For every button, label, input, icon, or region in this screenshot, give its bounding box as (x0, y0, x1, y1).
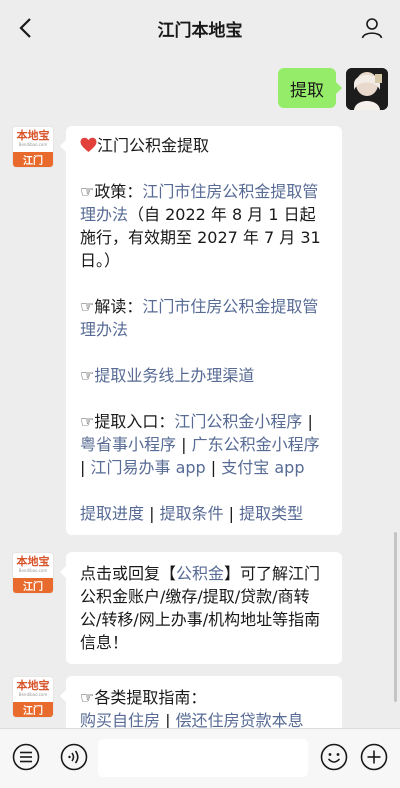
chat-scrollbar[interactable] (394, 532, 397, 702)
pointer-icon: ☞ (80, 182, 95, 201)
policy-line: ☞政策：江门市住房公积金提取管理办法（自 2022 年 8 月 1 日起施行，有… (80, 180, 328, 272)
buy-home-link[interactable]: 购买自住房 (80, 711, 160, 728)
gongjijin-link[interactable]: 公积金 (176, 564, 224, 583)
guide-bubble: 点击或回复【公积金】可了解江门公积金账户/缴存/提取/贷款/商转公/转移/网上办… (60, 552, 342, 664)
separator: | (205, 458, 222, 477)
bot-avatar-name: 本地宝 (16, 129, 50, 143)
conditions-link[interactable]: 提取条件 (160, 504, 224, 523)
chat-area[interactable]: 提取 本地宝 Bendibao.com 江门 江门公积金提取 ☞政策：江门市住房… (0, 56, 400, 728)
bot-avatar-url: Bendibao.com (18, 568, 48, 574)
separator: | (160, 711, 176, 728)
outgoing-bubble[interactable]: 提取 (278, 68, 342, 108)
bot-avatar[interactable]: 本地宝 Bendibao.com 江门 (12, 126, 54, 168)
bottom-input-bar (0, 728, 400, 788)
types-link[interactable]: 提取类型 (239, 504, 303, 523)
entry-label: 提取入口： (94, 412, 175, 431)
extract-guides-links-line: 购买自住房 | 偿还住房贷款本息 (80, 709, 328, 728)
menu-button[interactable] (12, 743, 40, 771)
menu-list-icon (12, 743, 40, 771)
voice-icon (60, 743, 88, 771)
pointer-icon: ☞ (80, 297, 95, 316)
bot-avatar-city: 江门 (13, 701, 53, 717)
guide-text-pre: 点击或回复【 (80, 564, 177, 583)
extract-guides-label: 各类提取指南： (94, 688, 207, 707)
separator: | (144, 504, 160, 523)
interpret-label: 解读： (94, 297, 143, 316)
incoming-message-guide: 本地宝 Bendibao.com 江门 点击或回复【公积金】可了解江门公积金账户… (12, 552, 342, 664)
bot-avatar[interactable]: 本地宝 Bendibao.com 江门 (12, 552, 54, 594)
plus-icon (360, 743, 388, 771)
online-line: ☞提取业务线上办理渠道 (80, 364, 328, 387)
bot-avatar[interactable]: 本地宝 Bendibao.com 江门 (12, 676, 54, 718)
outgoing-message: 提取 (278, 68, 388, 110)
bot-avatar-top: 本地宝 Bendibao.com (13, 127, 53, 152)
person-icon (361, 18, 383, 39)
interpret-line: ☞解读：江门市住房公积金提取管理办法 (80, 295, 328, 341)
progress-link[interactable]: 提取进度 (80, 504, 144, 523)
policy-bubble: 江门公积金提取 ☞政策：江门市住房公积金提取管理办法（自 2022 年 8 月 … (60, 126, 342, 535)
incoming-message-extract-guides: 本地宝 Bendibao.com 江门 ☞各类提取指南： 购买自住房 | 偿还住… (12, 676, 342, 728)
bot-avatar-name: 本地宝 (16, 679, 50, 693)
bot-avatar-city: 江门 (13, 151, 53, 167)
separator: | (176, 435, 192, 454)
entry-link-alipay[interactable]: 支付宝 app (221, 458, 304, 477)
chat-title: 江门本地宝 (157, 20, 243, 41)
back-button[interactable] (12, 14, 40, 42)
voice-button[interactable] (60, 743, 88, 771)
entry-link-yibanshi[interactable]: 江门易办事 app (90, 458, 205, 477)
smiley-icon (320, 743, 348, 771)
user-avatar[interactable] (346, 68, 388, 110)
bot-avatar-url: Bendibao.com (18, 142, 48, 148)
pointer-icon: ☞ (80, 688, 95, 707)
online-channels-link[interactable]: 提取业务线上办理渠道 (94, 366, 254, 385)
pointer-icon: ☞ (80, 412, 95, 431)
more-button[interactable] (360, 743, 388, 771)
heart-icon (80, 137, 97, 152)
entry-line: ☞提取入口：江门公积金小程序 | 粤省事小程序 | 广东公积金小程序 | 江门易… (80, 410, 328, 479)
incoming-message-policy: 本地宝 Bendibao.com 江门 江门公积金提取 ☞政策：江门市住房公积金… (12, 126, 342, 535)
separator: | (302, 412, 313, 431)
emoji-button[interactable] (320, 743, 348, 771)
bot-avatar-top: 本地宝 Bendibao.com (13, 677, 53, 702)
entry-link-jiangmen-gjj[interactable]: 江门公积金小程序 (174, 412, 302, 431)
user-avatar-image (346, 68, 388, 110)
policy-label: 政策： (94, 182, 143, 201)
pointer-icon: ☞ (80, 366, 95, 385)
chevron-left-icon (19, 18, 31, 38)
entry-link-guangdong-gjj[interactable]: 广东公积金小程序 (192, 435, 320, 454)
profile-button[interactable] (358, 14, 386, 42)
bot-avatar-name: 本地宝 (16, 555, 50, 569)
separator: | (80, 458, 91, 477)
separator: | (223, 504, 240, 523)
bot-avatar-url: Bendibao.com (18, 692, 48, 698)
extract-guides-label-line: ☞各类提取指南： (80, 686, 328, 709)
bot-avatar-top: 本地宝 Bendibao.com (13, 553, 53, 578)
repay-loan-link[interactable]: 偿还住房贷款本息 (176, 711, 304, 728)
top-nav-bar: 江门本地宝 (0, 0, 400, 56)
policy-heading-text: 江门公积金提取 (97, 136, 210, 155)
extract-guides-bubble: ☞各类提取指南： 购买自住房 | 偿还住房贷款本息 (60, 676, 342, 728)
entry-link-yueshengshi[interactable]: 粤省事小程序 (80, 435, 176, 454)
policy-heading: 江门公积金提取 (80, 134, 328, 157)
bottom-links-line: 提取进度 | 提取条件 | 提取类型 (80, 502, 328, 525)
message-input[interactable] (98, 739, 308, 777)
outgoing-text: 提取 (290, 80, 324, 101)
bot-avatar-city: 江门 (13, 577, 53, 593)
